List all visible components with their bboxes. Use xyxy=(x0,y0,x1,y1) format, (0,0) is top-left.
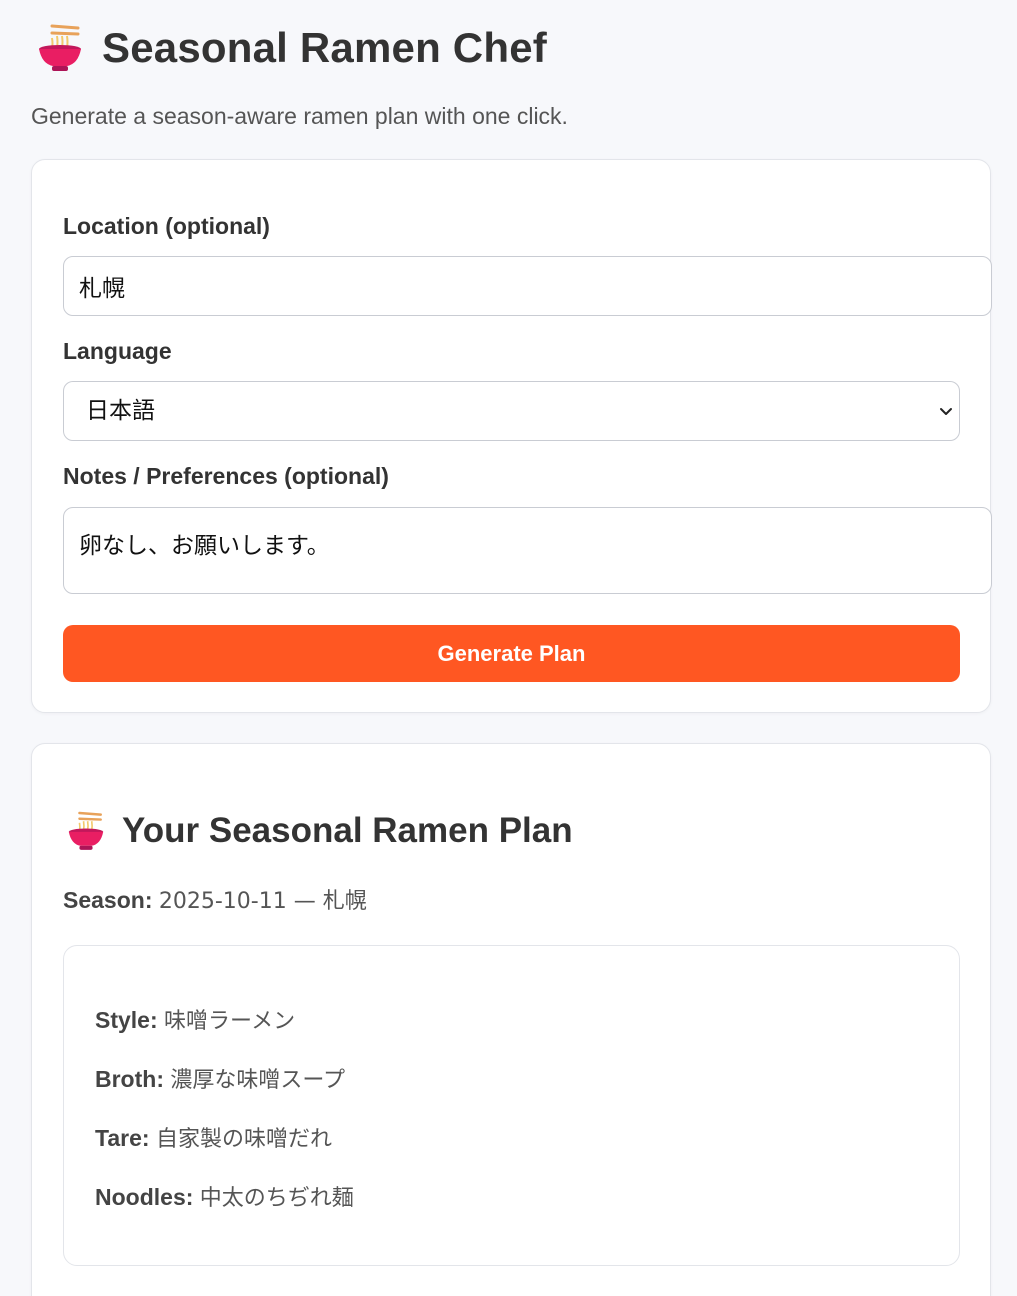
plan-row-broth: Broth: 濃厚な味噌スープ xyxy=(95,1065,345,1095)
page: Seasonal Ramen Chef Generate a season-aw… xyxy=(0,0,1017,1296)
ramen-bowl-icon xyxy=(38,24,82,72)
plan-header: Your Seasonal Ramen Plan xyxy=(68,808,573,854)
plan-row-noodles: Noodles: 中太のちぢれ麺 xyxy=(95,1183,354,1213)
plan-row-value: 自家製の味噌だれ xyxy=(155,1127,332,1152)
plan-title: Your Seasonal Ramen Plan xyxy=(122,811,573,850)
plan-row-label: Tare: xyxy=(95,1125,150,1151)
plan-row-label: Broth: xyxy=(95,1066,164,1092)
plan-details-box: Style: 味噌ラーメン Broth: 濃厚な味噌スープ Tare: 自家製の… xyxy=(63,945,960,1266)
plan-row-style: Style: 味噌ラーメン xyxy=(95,1006,295,1036)
plan-row-label: Style: xyxy=(95,1007,158,1033)
plan-row-label: Noodles: xyxy=(95,1184,194,1210)
plan-row-value: 中太のちぢれ麺 xyxy=(199,1186,354,1211)
location-label: Location (optional) xyxy=(63,213,270,239)
plan-row-value: 味噌ラーメン xyxy=(164,1009,296,1034)
chevron-down-icon xyxy=(937,403,955,421)
app-subtitle: Generate a season-aware ramen plan with … xyxy=(31,103,568,129)
ramen-bowl-icon xyxy=(68,811,104,851)
plan-row-value: 濃厚な味噌スープ xyxy=(170,1068,346,1093)
location-input[interactable] xyxy=(63,256,992,316)
app-header: Seasonal Ramen Chef xyxy=(38,22,547,74)
plan-row-tare: Tare: 自家製の味噌だれ xyxy=(95,1124,332,1154)
generate-plan-button[interactable]: Generate Plan xyxy=(63,625,960,682)
language-select-value: 日本語 xyxy=(86,398,155,424)
language-label: Language xyxy=(63,338,172,364)
language-select[interactable]: 日本語 xyxy=(63,381,960,441)
notes-label: Notes / Preferences (optional) xyxy=(63,463,389,489)
app-title: Seasonal Ramen Chef xyxy=(102,24,547,71)
notes-textarea[interactable]: 卵なし、お願いします。 xyxy=(63,507,992,594)
season-label: Season: xyxy=(63,887,153,913)
plan-result-card: Your Seasonal Ramen Plan Season: 2025-10… xyxy=(31,743,991,1296)
plan-form-card: Location (optional) Language 日本語 Notes /… xyxy=(31,159,992,713)
season-line: Season: 2025-10-11 — 札幌 xyxy=(63,886,367,916)
season-value: 2025-10-11 — 札幌 xyxy=(158,889,367,914)
